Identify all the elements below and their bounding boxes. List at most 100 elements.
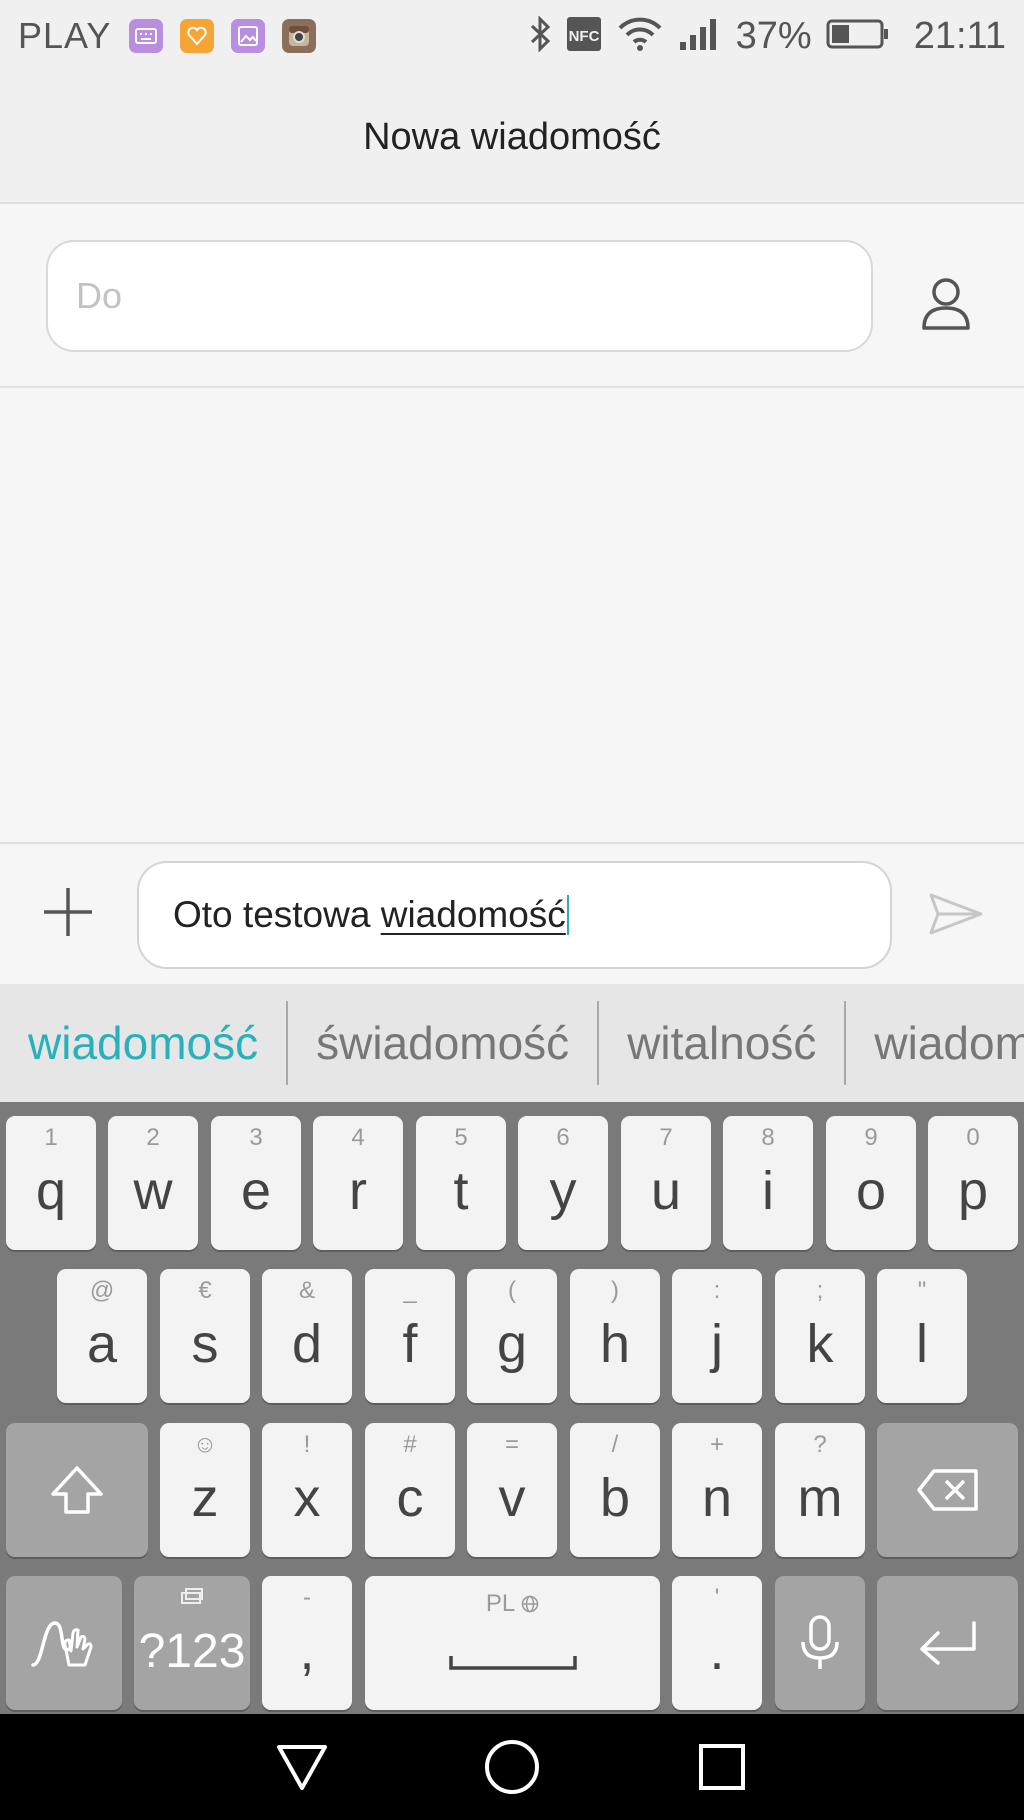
key-d[interactable]: & d (262, 1269, 352, 1403)
keyboard-app-icon (129, 19, 164, 53)
key-v[interactable]: = v (467, 1423, 557, 1557)
attach-button[interactable] (38, 882, 98, 942)
page-title: Nowa wiadomość (363, 115, 661, 158)
battery-percent: 37% (735, 14, 812, 57)
status-bar: PLAY NFC 37% 21:11 (0, 0, 1024, 72)
wifi-icon (616, 16, 664, 57)
bluetooth-icon (528, 14, 552, 57)
key-hint: 8 (761, 1124, 775, 1151)
key-z[interactable]: ☺ z (160, 1423, 250, 1557)
key-r[interactable]: 4r (313, 1116, 403, 1250)
enter-icon (877, 1576, 1018, 1710)
key-label: h (599, 1314, 631, 1374)
key-x[interactable]: ! x (262, 1423, 352, 1557)
key-hint: _ (403, 1277, 417, 1304)
key-hint: 2 (146, 1124, 160, 1151)
microphone-key[interactable] (775, 1576, 865, 1710)
key-label: , (299, 1621, 315, 1681)
key-label: d (291, 1314, 323, 1374)
key-n[interactable]: + n (672, 1423, 762, 1557)
home-button[interactable] (482, 1737, 542, 1797)
suggestion-item[interactable]: wiadomość (0, 1016, 286, 1070)
key-hint: 7 (659, 1124, 673, 1151)
conversation-area (0, 388, 1024, 842)
key-q[interactable]: 1q (6, 1116, 96, 1250)
gallery-app-icon (231, 19, 266, 53)
key-h[interactable]: ) h (570, 1269, 660, 1403)
key-o[interactable]: 9o (826, 1116, 916, 1250)
comma-key[interactable]: -, (262, 1576, 352, 1710)
key-l[interactable]: " l (877, 1269, 967, 1403)
key-w[interactable]: 2w (108, 1116, 198, 1250)
send-button[interactable] (924, 882, 988, 946)
period-key[interactable]: '. (672, 1576, 762, 1710)
key-b[interactable]: / b (570, 1423, 660, 1557)
key-label: p (957, 1161, 989, 1221)
home-icon (485, 1740, 539, 1794)
space-key[interactable]: PL (365, 1576, 660, 1710)
suggestion-bar: wiadomość świadomość witalność wiadomośc… (0, 984, 1024, 1102)
space-bar-icon (449, 1656, 577, 1670)
key-e[interactable]: 3e (211, 1116, 301, 1250)
key-y[interactable]: 6y (518, 1116, 608, 1250)
clipboard-icon (134, 1584, 250, 1612)
key-label: y (549, 1161, 577, 1221)
key-label: . (709, 1621, 725, 1681)
key-hint: @ (89, 1277, 115, 1304)
key-label: k (806, 1314, 834, 1374)
recents-icon (699, 1744, 745, 1790)
recipient-input[interactable] (46, 240, 873, 352)
suggestion-item[interactable]: wiadomości (846, 1016, 1024, 1070)
key-hint: ) (611, 1277, 619, 1304)
suggestion-item[interactable]: witalność (599, 1016, 844, 1070)
key-hint: 5 (454, 1124, 468, 1151)
message-input[interactable]: Oto testowa wiadomość (137, 861, 892, 969)
nfc-icon: NFC (566, 16, 602, 57)
key-label: b (599, 1468, 631, 1528)
key-k[interactable]: ; k (775, 1269, 865, 1403)
keyboard: 1q 2w 3e 4r 5t 6y 7u 8i 9o 0p @ a € s & d _… (0, 1102, 1024, 1714)
key-c[interactable]: # c (365, 1423, 455, 1557)
shift-key[interactable] (6, 1423, 148, 1557)
symbols-key[interactable]: ?123 (134, 1576, 250, 1710)
key-p[interactable]: 0p (928, 1116, 1018, 1250)
key-j[interactable]: :j (672, 1269, 762, 1403)
key-label: n (701, 1468, 733, 1528)
key-label: w (133, 1161, 173, 1221)
key-hint: ? (813, 1431, 827, 1458)
key-m[interactable]: ? m (775, 1423, 865, 1557)
key-hint: 6 (556, 1124, 570, 1151)
key-label: m (797, 1468, 843, 1528)
key-f[interactable]: _ f (365, 1269, 455, 1403)
key-hint: ( (508, 1277, 516, 1304)
key-s[interactable]: € s (160, 1269, 250, 1403)
backspace-key[interactable] (877, 1423, 1018, 1557)
key-t[interactable]: 5t (416, 1116, 506, 1250)
swipe-typing-key[interactable] (6, 1576, 122, 1710)
key-label: c (396, 1468, 424, 1528)
language-label: PL (485, 1590, 515, 1617)
instagram-app-icon (282, 19, 317, 53)
key-hint: 9 (864, 1124, 878, 1151)
key-hint: " (917, 1277, 927, 1304)
recents-button[interactable] (692, 1737, 752, 1797)
contact-picker-button[interactable] (910, 268, 982, 340)
key-u[interactable]: 7u (621, 1116, 711, 1250)
key-label: j (711, 1314, 723, 1374)
heart-app-icon (180, 19, 215, 53)
key-hint: ! (303, 1431, 311, 1458)
svg-text:NFC: NFC (568, 28, 599, 45)
key-label: a (86, 1314, 118, 1374)
microphone-icon (775, 1576, 865, 1710)
key-a[interactable]: @ a (57, 1269, 147, 1403)
key-hint: - (303, 1584, 311, 1611)
enter-key[interactable] (877, 1576, 1018, 1710)
message-text: Oto testowa (173, 894, 381, 935)
back-button[interactable] (272, 1737, 332, 1797)
key-hint: 3 (249, 1124, 263, 1151)
key-hint: / (611, 1431, 619, 1458)
key-label: x (293, 1468, 321, 1528)
suggestion-item[interactable]: świadomość (288, 1016, 597, 1070)
key-g[interactable]: (g (467, 1269, 557, 1403)
key-i[interactable]: 8i (723, 1116, 813, 1250)
